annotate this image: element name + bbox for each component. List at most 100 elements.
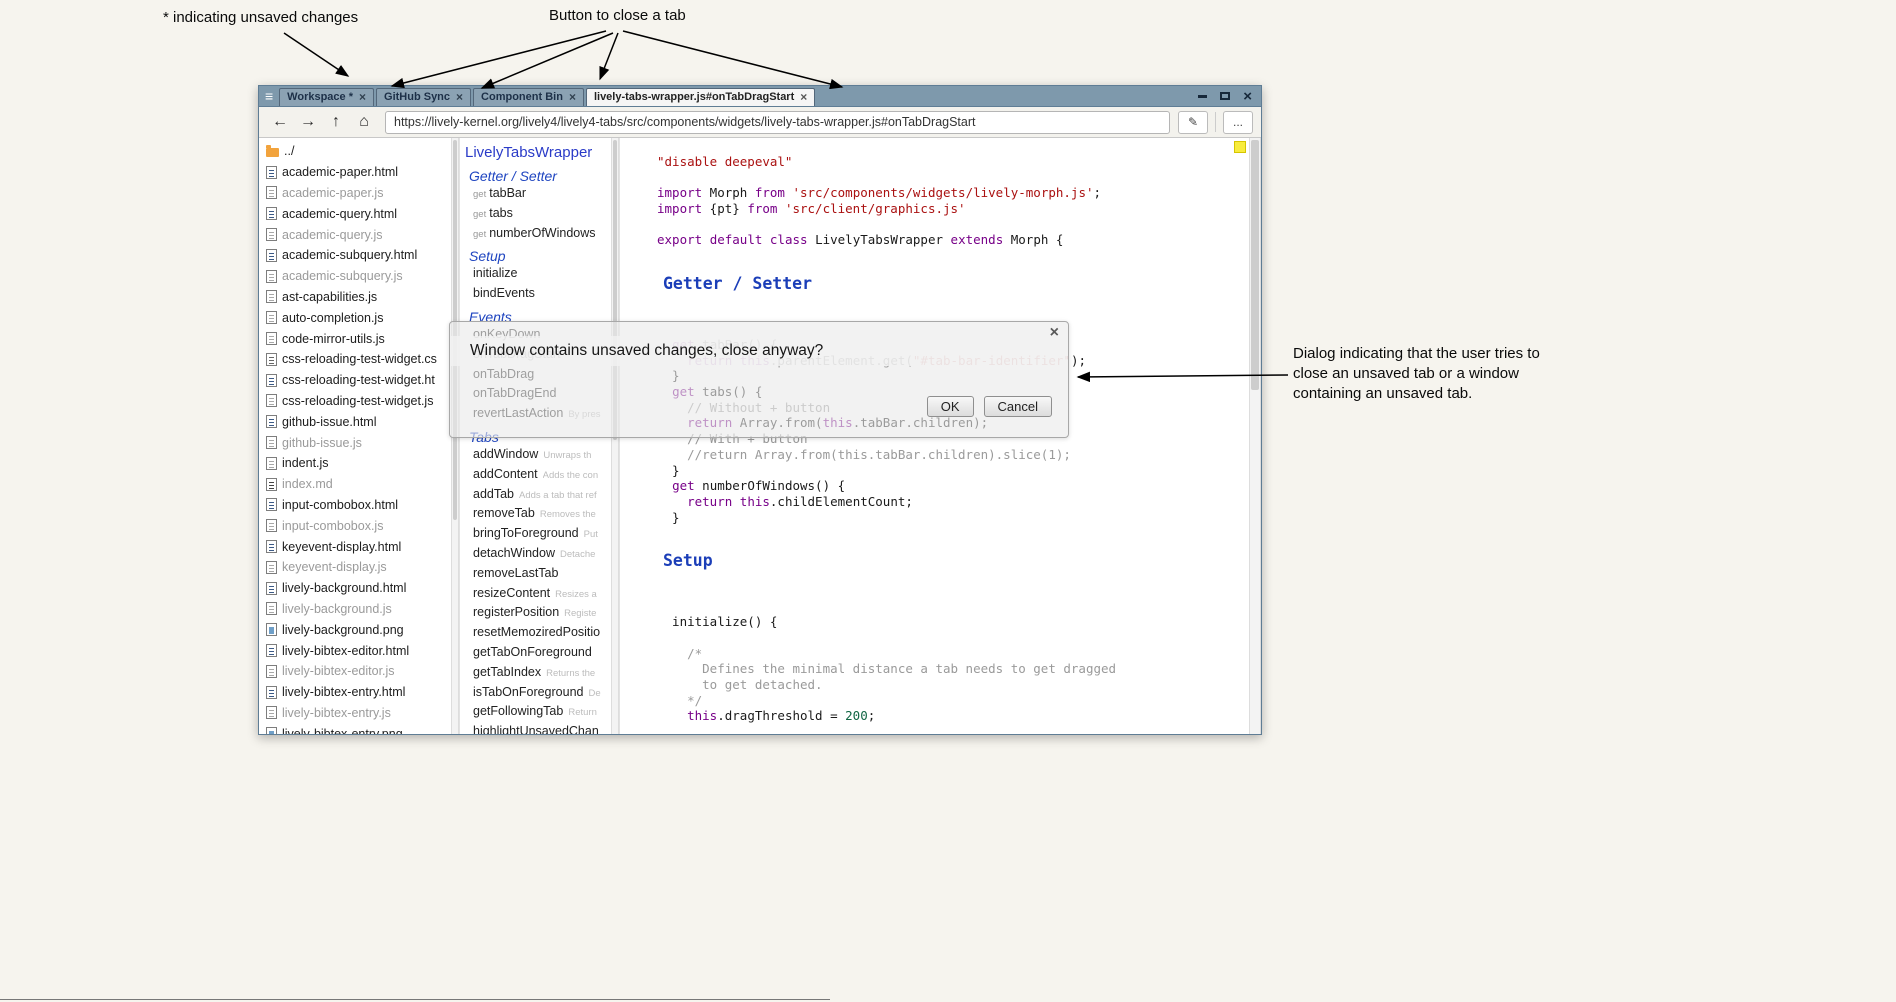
- edit-button[interactable]: ✎: [1178, 111, 1208, 134]
- file-name: academic-paper.html: [282, 165, 398, 179]
- scrollbar-thumb[interactable]: [1251, 140, 1259, 390]
- outline-method[interactable]: detachWindowDetache: [460, 546, 612, 566]
- getter-prefix: get: [473, 209, 486, 220]
- outline-method[interactable]: addTabAdds a tab that ref: [460, 487, 612, 507]
- file-item[interactable]: lively-bibtex-entry.js: [259, 703, 451, 724]
- code-heading: Setup: [663, 553, 1249, 569]
- file-item[interactable]: keyevent-display.js: [259, 557, 451, 578]
- code-scrollbar[interactable]: [1249, 138, 1261, 734]
- code-token: [657, 708, 687, 723]
- file-item[interactable]: lively-background.js: [259, 599, 451, 620]
- file-item[interactable]: css-reloading-test-widget.cs: [259, 349, 451, 370]
- code-line: import Morph from 'src/components/widget…: [657, 185, 1249, 201]
- file-item[interactable]: ../: [259, 141, 451, 162]
- outline-method-name: getTabOnForeground: [473, 645, 592, 659]
- outline-method[interactable]: gettabs: [460, 206, 612, 226]
- outline-method[interactable]: addContentAdds the con: [460, 467, 612, 487]
- outline-method[interactable]: removeLastTab: [460, 566, 612, 586]
- home-icon[interactable]: ⌂: [351, 114, 377, 130]
- file-item[interactable]: css-reloading-test-widget.js: [259, 391, 451, 412]
- tab-close-icon[interactable]: ×: [800, 91, 807, 103]
- file-name: lively-background.html: [282, 581, 406, 595]
- file-item[interactable]: input-combobox.js: [259, 515, 451, 536]
- file-item[interactable]: lively-bibtex-entry.html: [259, 682, 451, 703]
- cancel-button[interactable]: Cancel: [984, 396, 1052, 417]
- outline-section[interactable]: Getter / Setter: [460, 165, 612, 186]
- ok-button[interactable]: OK: [927, 396, 974, 417]
- outline-method[interactable]: registerPositionRegiste: [460, 605, 612, 625]
- tab-close-icon[interactable]: ×: [569, 91, 576, 103]
- outline-method[interactable]: isTabOnForegroundDe: [460, 685, 612, 705]
- tab-close-icon[interactable]: ×: [456, 91, 463, 103]
- file-item[interactable]: lively-bibtex-entry.png: [259, 723, 451, 734]
- back-icon[interactable]: ←: [267, 114, 293, 130]
- file-item[interactable]: lively-bibtex-editor.html: [259, 640, 451, 661]
- file-item[interactable]: code-mirror-utils.js: [259, 328, 451, 349]
- outline-method[interactable]: bindEvents: [460, 286, 612, 306]
- outline-method[interactable]: resetMemoziredPositio: [460, 625, 612, 645]
- unsaved-changes-dialog: × Window contains unsaved changes, close…: [449, 321, 1069, 438]
- file-item[interactable]: academic-subquery.html: [259, 245, 451, 266]
- file-item[interactable]: auto-completion.js: [259, 307, 451, 328]
- file-item[interactable]: lively-background.png: [259, 619, 451, 640]
- outline-method-name: addTab: [473, 487, 514, 501]
- file-item[interactable]: index.md: [259, 474, 451, 495]
- file-item[interactable]: academic-paper.js: [259, 183, 451, 204]
- maximize-icon[interactable]: [1220, 92, 1230, 100]
- code-token: import: [657, 185, 702, 200]
- minimize-icon[interactable]: [1198, 95, 1207, 98]
- tab-strip[interactable]: Workspace *×GitHub Sync×Component Bin×li…: [279, 86, 817, 106]
- code-line: //return Array.from(this.tabBar.children…: [657, 447, 1249, 463]
- file-item[interactable]: ast-capabilities.js: [259, 287, 451, 308]
- file-item[interactable]: lively-background.html: [259, 578, 451, 599]
- outline-method[interactable]: resizeContentResizes a: [460, 586, 612, 606]
- outline-method[interactable]: getTabIndexReturns the: [460, 665, 612, 685]
- file-item[interactable]: github-issue.html: [259, 411, 451, 432]
- outline-class-name[interactable]: LivelyTabsWrapper: [460, 138, 612, 165]
- window-tab[interactable]: lively-tabs-wrapper.js#onTabDragStart×: [586, 88, 815, 106]
- outline-method[interactable]: getnumberOfWindows: [460, 226, 612, 246]
- file-item[interactable]: keyevent-display.html: [259, 536, 451, 557]
- code-line: [657, 724, 1249, 734]
- outline-method-doc: Removes the: [540, 509, 596, 520]
- code-line: [657, 525, 1249, 541]
- file-item[interactable]: academic-query.js: [259, 224, 451, 245]
- up-icon[interactable]: ↑: [323, 114, 349, 130]
- annotation-marker[interactable]: [1234, 141, 1246, 153]
- code-token: from: [755, 185, 785, 200]
- file-item[interactable]: academic-subquery.js: [259, 266, 451, 287]
- file-item[interactable]: indent.js: [259, 453, 451, 474]
- forward-icon[interactable]: →: [295, 114, 321, 130]
- tab-close-icon[interactable]: ×: [359, 91, 366, 103]
- file-icon: [266, 706, 277, 719]
- file-item[interactable]: github-issue.js: [259, 432, 451, 453]
- outline-method[interactable]: gettabBar: [460, 186, 612, 206]
- getter-prefix: get: [473, 229, 486, 240]
- file-item[interactable]: academic-paper.html: [259, 162, 451, 183]
- window-close-icon[interactable]: ×: [1243, 89, 1252, 104]
- window-titlebar[interactable]: ≡ Workspace *×GitHub Sync×Component Bin×…: [259, 86, 1261, 107]
- window-tab[interactable]: GitHub Sync×: [376, 88, 471, 106]
- url-input[interactable]: [385, 111, 1170, 134]
- window-tab[interactable]: Workspace *×: [279, 88, 374, 106]
- more-options-button[interactable]: ...: [1223, 111, 1253, 134]
- code-line: /*: [657, 646, 1249, 662]
- hamburger-menu-icon[interactable]: ≡: [259, 89, 279, 103]
- file-item[interactable]: academic-query.html: [259, 203, 451, 224]
- file-item[interactable]: input-combobox.html: [259, 495, 451, 516]
- annotation-close-tab: Button to close a tab: [549, 6, 686, 26]
- outline-method[interactable]: initialize: [460, 266, 612, 286]
- file-name: lively-background.js: [282, 602, 392, 616]
- outline-section[interactable]: Setup: [460, 245, 612, 266]
- outline-method-name: removeTab: [473, 506, 535, 520]
- file-item[interactable]: css-reloading-test-widget.ht: [259, 370, 451, 391]
- file-item[interactable]: lively-bibtex-editor.js: [259, 661, 451, 682]
- code-token: /*: [657, 646, 702, 661]
- window-tab[interactable]: Component Bin×: [473, 88, 584, 106]
- outline-method[interactable]: addWindowUnwraps th: [460, 447, 612, 467]
- outline-method[interactable]: removeTab Removes the: [460, 506, 612, 526]
- outline-method[interactable]: getTabOnForeground: [460, 645, 612, 665]
- outline-method[interactable]: bringToForegroundPut: [460, 526, 612, 546]
- outline-method[interactable]: highlightUnsavedChan: [460, 724, 612, 734]
- outline-method[interactable]: getFollowingTabReturn: [460, 704, 612, 724]
